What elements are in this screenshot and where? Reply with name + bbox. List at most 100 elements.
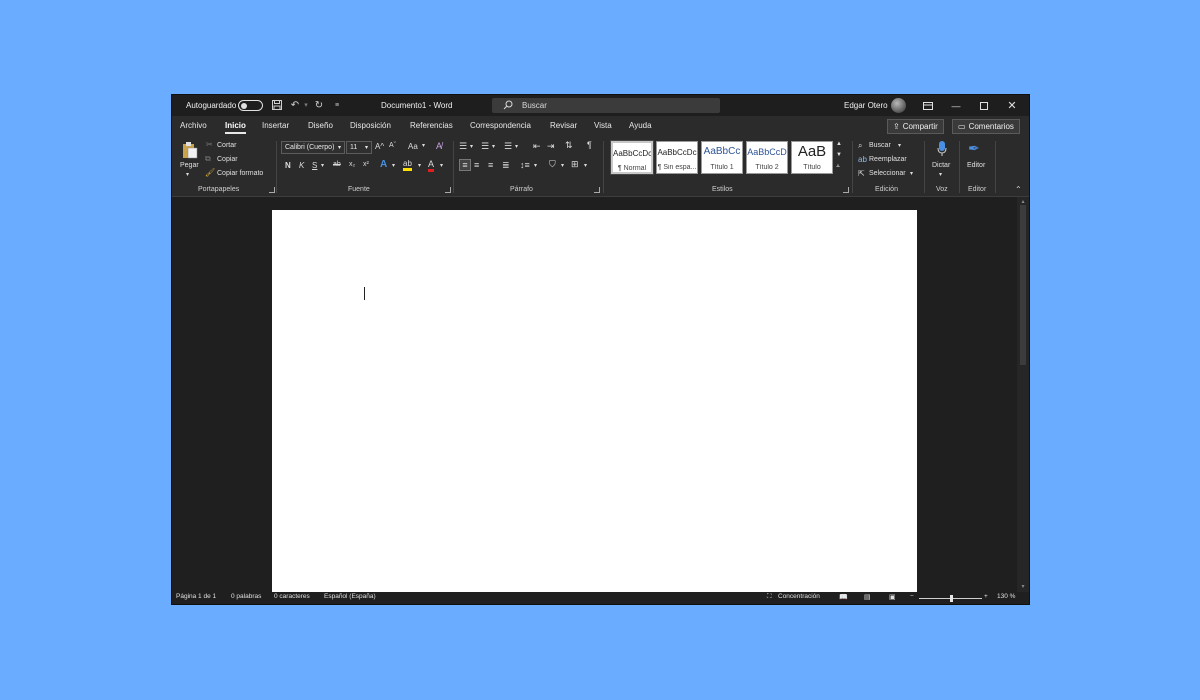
- align-left-icon[interactable]: ≡: [459, 159, 471, 171]
- chevron-down-icon[interactable]: ▾: [584, 162, 587, 169]
- read-mode-icon[interactable]: 📖: [839, 593, 848, 601]
- highlight-icon[interactable]: ab: [403, 159, 412, 171]
- change-case-icon[interactable]: Aa: [408, 142, 418, 151]
- style-heading-1[interactable]: AaBbCc Título 1: [701, 141, 743, 174]
- tab-archivo[interactable]: Archivo: [180, 121, 207, 130]
- chevron-down-icon[interactable]: ▾: [898, 142, 901, 149]
- bullets-icon[interactable]: ☰: [459, 141, 467, 152]
- focus-icon[interactable]: ⛶: [767, 593, 772, 601]
- close-icon[interactable]: ✕: [998, 95, 1026, 116]
- subscript-icon[interactable]: x₂: [349, 161, 355, 168]
- comments-button[interactable]: ▭ Comentarios: [952, 119, 1020, 134]
- chevron-down-icon[interactable]: ▾: [440, 162, 443, 169]
- underline-icon[interactable]: S: [312, 161, 317, 170]
- clear-formatting-icon[interactable]: A̸: [436, 141, 442, 151]
- sort-icon[interactable]: ⇅: [565, 140, 573, 151]
- search-box[interactable]: [492, 98, 720, 113]
- tab-revisar[interactable]: Revisar: [550, 121, 577, 130]
- scroll-down-icon[interactable]: ▾: [1020, 583, 1026, 590]
- print-layout-icon[interactable]: ▤: [864, 593, 871, 601]
- microphone-icon[interactable]: [935, 140, 949, 158]
- user-name[interactable]: Edgar Otero: [844, 101, 888, 110]
- shading-icon[interactable]: ⛉: [549, 159, 556, 170]
- document-page[interactable]: [272, 210, 917, 592]
- chevron-down-icon[interactable]: ▾: [939, 171, 942, 178]
- customize-toolbar-icon[interactable]: ≡: [330, 98, 344, 112]
- focus-mode[interactable]: Concentración: [778, 593, 820, 600]
- tab-diseno[interactable]: Diseño: [308, 121, 333, 130]
- language[interactable]: Español (España): [324, 593, 376, 600]
- avatar[interactable]: [891, 98, 906, 113]
- style-title[interactable]: AaB Título: [791, 141, 833, 174]
- borders-icon[interactable]: ⊞: [571, 159, 579, 170]
- bold-icon[interactable]: N: [285, 161, 291, 170]
- cut-icon[interactable]: ✂: [206, 140, 213, 149]
- chevron-down-icon[interactable]: ▾: [515, 143, 518, 150]
- chevron-down-icon[interactable]: ▾: [910, 170, 913, 177]
- chevron-down-icon[interactable]: ▾: [492, 143, 495, 150]
- autosave-toggle[interactable]: [238, 100, 263, 111]
- zoom-level[interactable]: 130 %: [997, 593, 1015, 600]
- justify-icon[interactable]: ≣: [502, 160, 510, 171]
- find-label[interactable]: Buscar: [869, 142, 891, 149]
- align-center-icon[interactable]: ≡: [474, 160, 479, 170]
- replace-icon[interactable]: ab: [858, 155, 867, 164]
- zoom-in-icon[interactable]: +: [984, 593, 988, 600]
- styles-more-icon[interactable]: ⩡: [836, 163, 840, 171]
- tab-referencias[interactable]: Referencias: [410, 121, 453, 130]
- paragraph-launcher-icon[interactable]: [594, 187, 600, 193]
- increase-indent-icon[interactable]: ⇥: [547, 141, 555, 152]
- web-layout-icon[interactable]: ▣: [889, 593, 896, 601]
- dictate-label[interactable]: Dictar: [932, 162, 950, 169]
- format-painter-icon[interactable]: 🖌: [205, 168, 215, 177]
- replace-label[interactable]: Reemplazar: [869, 156, 907, 163]
- tab-disposicion[interactable]: Disposición: [350, 121, 391, 130]
- select-icon[interactable]: ⇱: [858, 169, 865, 178]
- vertical-scrollbar[interactable]: ▴ ▾: [1017, 197, 1029, 592]
- font-launcher-icon[interactable]: [445, 187, 451, 193]
- collapse-ribbon-icon[interactable]: ⌃: [1015, 185, 1022, 194]
- paste-dropdown-icon[interactable]: ▾: [186, 171, 189, 178]
- tab-vista[interactable]: Vista: [594, 121, 612, 130]
- search-icon[interactable]: ⌕: [858, 141, 862, 151]
- tab-inicio[interactable]: Inicio: [225, 121, 246, 134]
- cut-label[interactable]: Cortar: [217, 142, 236, 149]
- align-right-icon[interactable]: ≡: [488, 160, 493, 170]
- tab-correspondencia[interactable]: Correspondencia: [470, 121, 531, 130]
- zoom-slider-handle[interactable]: [950, 595, 953, 602]
- format-painter-label[interactable]: Copiar formato: [217, 170, 263, 177]
- undo-dropdown-icon[interactable]: ▾: [299, 98, 313, 112]
- paste-label[interactable]: Pegar: [180, 162, 199, 169]
- editor-label[interactable]: Editor: [967, 162, 985, 169]
- scroll-thumb[interactable]: [1020, 205, 1026, 365]
- clipboard-launcher-icon[interactable]: [269, 187, 275, 193]
- zoom-out-icon[interactable]: −: [910, 593, 914, 600]
- styles-launcher-icon[interactable]: [843, 187, 849, 193]
- scroll-up-icon[interactable]: ▴: [1020, 198, 1026, 205]
- save-icon[interactable]: [270, 98, 284, 112]
- copy-icon[interactable]: ⧉: [205, 154, 211, 164]
- chevron-down-icon[interactable]: ▾: [321, 162, 324, 169]
- tab-ayuda[interactable]: Ayuda: [629, 121, 652, 130]
- minimize-icon[interactable]: —: [942, 95, 970, 116]
- shrink-font-icon[interactable]: Aˇ: [389, 142, 396, 149]
- char-count[interactable]: 0 caracteres: [274, 593, 310, 600]
- chevron-down-icon[interactable]: ▾: [418, 162, 421, 169]
- line-spacing-icon[interactable]: ↕≡: [520, 160, 530, 170]
- editor-pen-icon[interactable]: ✒: [968, 140, 980, 157]
- style-heading-2[interactable]: AaBbCcD Título 2: [746, 141, 788, 174]
- italic-icon[interactable]: K: [299, 161, 304, 170]
- maximize-icon[interactable]: [970, 95, 998, 116]
- chevron-down-icon[interactable]: ▾: [470, 143, 473, 150]
- style-no-spacing[interactable]: AaBbCcDc ¶ Sin espa...: [656, 141, 698, 174]
- font-color-icon[interactable]: A: [428, 159, 435, 172]
- styles-scroll-up-icon[interactable]: ▲: [836, 141, 842, 147]
- multilevel-list-icon[interactable]: ☰: [504, 141, 512, 152]
- chevron-down-icon[interactable]: ▾: [422, 142, 425, 149]
- page-count[interactable]: Página 1 de 1: [176, 593, 216, 600]
- paste-icon[interactable]: [180, 141, 200, 159]
- text-effects-icon[interactable]: A: [380, 159, 387, 170]
- share-button[interactable]: ⇪ Compartir: [887, 119, 944, 134]
- chevron-down-icon[interactable]: ▾: [561, 162, 564, 169]
- copy-label[interactable]: Copiar: [217, 156, 238, 163]
